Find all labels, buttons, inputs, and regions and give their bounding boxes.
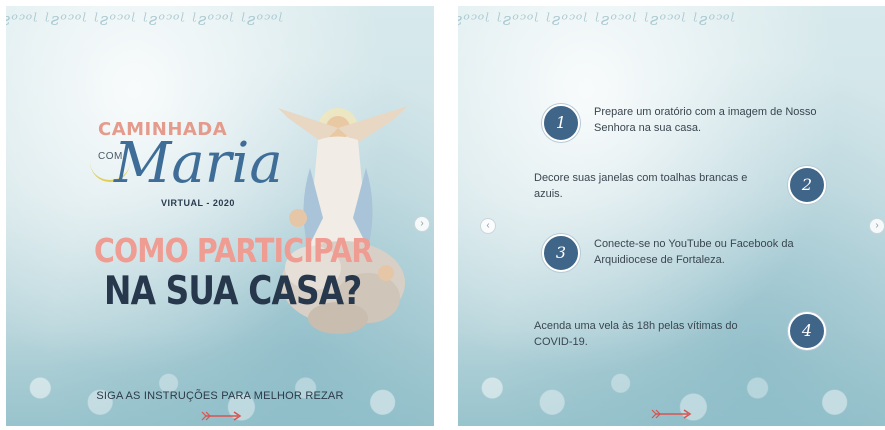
step-text-3: Conecte-se no YouTube ou Facebook da Arq… — [594, 238, 794, 266]
title-virtual-year: VIRTUAL - 2020 — [161, 198, 235, 208]
next-arrow-button[interactable]: › — [414, 216, 430, 232]
arrow-right-icon — [651, 409, 692, 419]
decorative-border: ᶩƨᵒᵓᵒᶩ ᶩƨᵒᵓᵒᶩ ᶩƨᵒᵓᵒᶩ ᶩƨᵒᵓᵒᶩ ᶩƨᵒᵓᵒᶩ ᶩƨᵒᵓᵒ… — [458, 10, 736, 30]
step-text-4: Acenda uma vela às 18h pelas vítimas do … — [534, 320, 738, 348]
headline-na-sua-casa: NA SUA CASA? — [104, 269, 362, 314]
step-number-3: 3 — [542, 234, 580, 272]
next-arrow-button[interactable]: › — [869, 218, 885, 234]
step-number-1: 1 — [542, 104, 580, 142]
headline-como-participar: COMO PARTICIPAR — [94, 231, 373, 270]
step-text-1: Prepare um oratório com a imagem de Noss… — [594, 106, 817, 134]
arrow-right-icon — [201, 411, 242, 421]
title-maria: Maria — [114, 131, 283, 196]
instructions-caption: SIGA AS INSTRUÇÕES PARA MELHOR REZAR — [96, 390, 344, 402]
step-number-4: 4 — [788, 312, 826, 350]
slide-cover: ᶩƨᵒᵓᵒᶩ ᶩƨᵒᵓᵒᶩ ᶩƨᵒᵓᵒᶩ ᶩƨᵒᵓᵒᶩ ᶩƨᵒᵓᵒᶩ ᶩƨᵒᵓᵒ… — [6, 6, 434, 426]
prev-arrow-button[interactable]: ‹ — [480, 218, 496, 234]
decorative-border: ᶩƨᵒᵓᵒᶩ ᶩƨᵒᵓᵒᶩ ᶩƨᵒᵓᵒᶩ ᶩƨᵒᵓᵒᶩ ᶩƨᵒᵓᵒᶩ ᶩƨᵒᵓᵒ… — [6, 10, 284, 30]
step-text-2: Decore suas janelas com toalhas brancas … — [534, 172, 748, 200]
slide-steps: ᶩƨᵒᵓᵒᶩ ᶩƨᵒᵓᵒᶩ ᶩƨᵒᵓᵒᶩ ᶩƨᵒᵓᵒᶩ ᶩƨᵒᵓᵒᶩ ᶩƨᵒᵓᵒ… — [458, 6, 885, 426]
step-number-2: 2 — [788, 166, 826, 204]
